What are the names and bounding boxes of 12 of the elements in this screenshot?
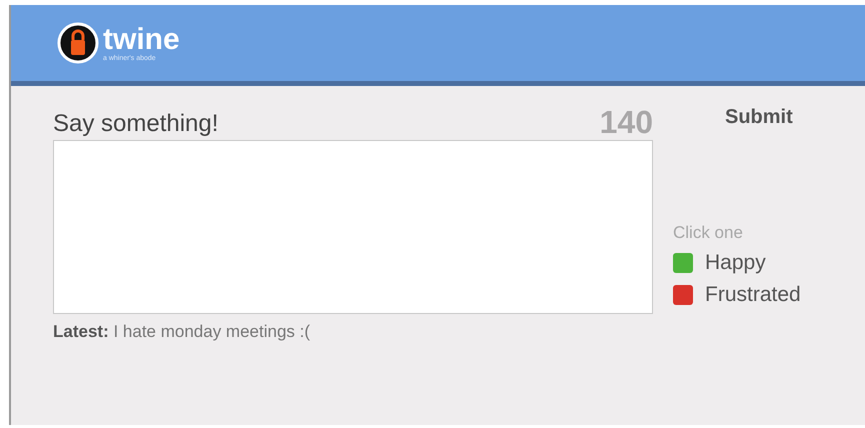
latest-status: Latest: I hate monday meetings :( xyxy=(53,322,312,342)
character-counter: 140 xyxy=(600,106,653,138)
padlock-logo-icon xyxy=(57,22,99,64)
logo-text: twine xyxy=(103,24,180,54)
submit-button[interactable]: Submit xyxy=(725,106,793,129)
mood-label: Click one xyxy=(673,223,744,243)
mood-label-text: Happy xyxy=(705,251,766,275)
mood-label-text: Frustrated xyxy=(705,283,801,307)
mood-option[interactable]: Happy xyxy=(673,251,801,275)
prompt-label: Say something! xyxy=(53,110,218,138)
mood-option[interactable]: Frustrated xyxy=(673,283,801,307)
message-input[interactable] xyxy=(53,140,653,314)
